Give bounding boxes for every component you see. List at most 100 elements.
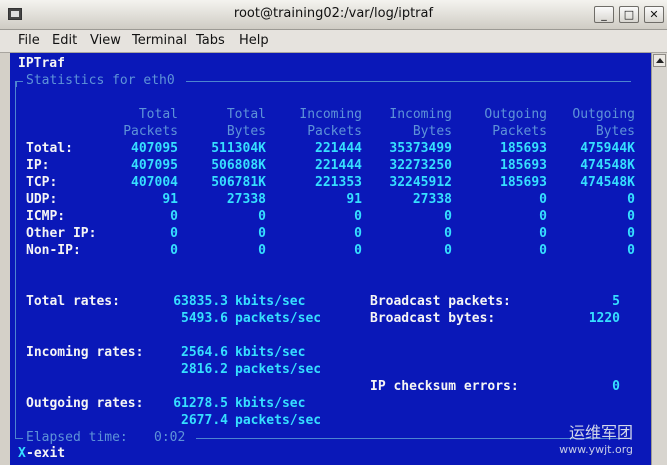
table-cell: 0 bbox=[354, 209, 362, 224]
menu-terminal[interactable]: Terminal bbox=[132, 33, 187, 48]
elapsed-time-label: Elapsed time: bbox=[26, 430, 128, 445]
total-rates-label: Total rates: bbox=[26, 294, 120, 309]
outgoing-rates-kbits-unit: kbits/sec bbox=[235, 396, 306, 411]
table-cell: 0 bbox=[354, 226, 362, 241]
outgoing-rates-packets-unit: packets/sec bbox=[235, 413, 322, 428]
incoming-rates-packets-unit: packets/sec bbox=[235, 362, 322, 377]
table-cell: 185693 bbox=[500, 175, 547, 190]
scroll-up-arrow-icon[interactable] bbox=[653, 54, 666, 67]
total-rates-packets: 5493.6 bbox=[181, 311, 228, 326]
table-cell: 0 bbox=[444, 209, 452, 224]
broadcast-packets-value: 5 bbox=[612, 294, 620, 309]
table-cell: 32273250 bbox=[389, 158, 452, 173]
table-cell: 221353 bbox=[315, 175, 362, 190]
outgoing-rates-packets: 2677.4 bbox=[181, 413, 228, 428]
table-cell: 407095 bbox=[131, 141, 178, 156]
frame-top-left bbox=[15, 81, 23, 82]
table-cell: 475944K bbox=[580, 141, 635, 156]
table-cell: 35373499 bbox=[389, 141, 452, 156]
title-bar: root@training02:/var/log/iptraf _ □ ✕ bbox=[0, 0, 667, 30]
row-label: Total: bbox=[26, 141, 73, 156]
row-label: Other IP: bbox=[26, 226, 97, 241]
menu-help[interactable]: Help bbox=[239, 33, 269, 48]
incoming-rates-kbits-unit: kbits/sec bbox=[235, 345, 306, 360]
frame-top-right bbox=[186, 81, 631, 82]
table-cell: 32245912 bbox=[389, 175, 452, 190]
table-cell: 0 bbox=[539, 209, 547, 224]
col-header-line2: Bytes bbox=[412, 124, 452, 139]
menu-tabs[interactable]: Tabs bbox=[196, 33, 225, 48]
table-cell: 0 bbox=[170, 243, 178, 258]
incoming-rates-label: Incoming rates: bbox=[26, 345, 144, 360]
table-cell: 0 bbox=[258, 243, 266, 258]
incoming-rates-kbits: 2564.6 bbox=[181, 345, 228, 360]
frame-left bbox=[15, 81, 16, 438]
broadcast-bytes-value: 1220 bbox=[588, 311, 620, 326]
total-rates-packets-unit: packets/sec bbox=[235, 311, 322, 326]
table-cell: 27338 bbox=[226, 192, 266, 207]
exit-key[interactable]: X bbox=[18, 445, 26, 462]
col-header-line2: Packets bbox=[123, 124, 178, 139]
table-cell: 0 bbox=[170, 209, 178, 224]
row-label: UDP: bbox=[26, 192, 58, 207]
table-cell: 511304K bbox=[211, 141, 266, 156]
table-cell: 506808K bbox=[211, 158, 266, 173]
col-header-line2: Packets bbox=[492, 124, 547, 139]
table-cell: 0 bbox=[258, 226, 266, 241]
watermark-site: www.ywjt.org bbox=[559, 443, 633, 456]
col-header-line2: Packets bbox=[307, 124, 362, 139]
total-rates-kbits-unit: kbits/sec bbox=[235, 294, 306, 309]
col-header-line2: Bytes bbox=[226, 124, 266, 139]
row-label: TCP: bbox=[26, 175, 58, 190]
section-title: Statistics for eth0 bbox=[26, 73, 175, 88]
table-cell: 0 bbox=[539, 243, 547, 258]
minimize-button[interactable]: _ bbox=[594, 6, 614, 23]
row-label: Non-IP: bbox=[26, 243, 81, 258]
table-cell: 221444 bbox=[315, 158, 362, 173]
table-cell: 407095 bbox=[131, 158, 178, 173]
vertical-scrollbar[interactable] bbox=[651, 53, 667, 465]
col-header-line1: Incoming bbox=[299, 107, 362, 122]
table-cell: 0 bbox=[627, 192, 635, 207]
elapsed-time-value: 0:02 bbox=[154, 430, 186, 445]
total-rates-kbits: 63835.3 bbox=[173, 294, 228, 309]
watermark-logo-text: 运维军团 bbox=[568, 423, 633, 442]
col-header-line1: Outgoing bbox=[484, 107, 547, 122]
table-cell: 0 bbox=[539, 192, 547, 207]
outgoing-rates-label: Outgoing rates: bbox=[26, 396, 144, 411]
menu-view[interactable]: View bbox=[90, 33, 121, 48]
table-cell: 0 bbox=[627, 226, 635, 241]
app-name: IPTraf bbox=[18, 56, 65, 71]
table-cell: 0 bbox=[258, 209, 266, 224]
table-cell: 91 bbox=[162, 192, 178, 207]
table-cell: 185693 bbox=[500, 158, 547, 173]
col-header-line1: Total bbox=[138, 107, 178, 122]
table-cell: 0 bbox=[354, 243, 362, 258]
table-cell: 0 bbox=[170, 226, 178, 241]
menu-edit[interactable]: Edit bbox=[52, 33, 77, 48]
table-cell: 221444 bbox=[315, 141, 362, 156]
table-cell: 0 bbox=[627, 243, 635, 258]
col-header-line1: Incoming bbox=[389, 107, 452, 122]
frame-bottom-left bbox=[15, 438, 23, 439]
exit-label: -exit bbox=[26, 446, 66, 461]
row-label: IP: bbox=[26, 158, 50, 173]
table-cell: 0 bbox=[444, 226, 452, 241]
menu-file[interactable]: File bbox=[18, 33, 40, 48]
maximize-button[interactable]: □ bbox=[619, 6, 639, 23]
frame-bottom-right bbox=[196, 438, 631, 439]
menu-bar: File Edit View Terminal Tabs Help bbox=[0, 30, 667, 53]
checksum-errors-label: IP checksum errors: bbox=[370, 379, 519, 394]
row-label: ICMP: bbox=[26, 209, 66, 224]
close-button[interactable]: ✕ bbox=[644, 6, 664, 23]
col-header-line1: Total bbox=[226, 107, 266, 122]
table-cell: 0 bbox=[627, 209, 635, 224]
window-title: root@training02:/var/log/iptraf bbox=[233, 6, 434, 21]
table-cell: 27338 bbox=[412, 192, 452, 207]
table-cell: 185693 bbox=[500, 141, 547, 156]
terminal-screen[interactable]: IPTraf Statistics for eth0 Total Packets… bbox=[10, 53, 651, 465]
table-cell: 474548K bbox=[580, 175, 635, 190]
col-header-line2: Bytes bbox=[595, 124, 635, 139]
checksum-errors-value: 0 bbox=[612, 379, 620, 394]
table-cell: 506781K bbox=[211, 175, 266, 190]
